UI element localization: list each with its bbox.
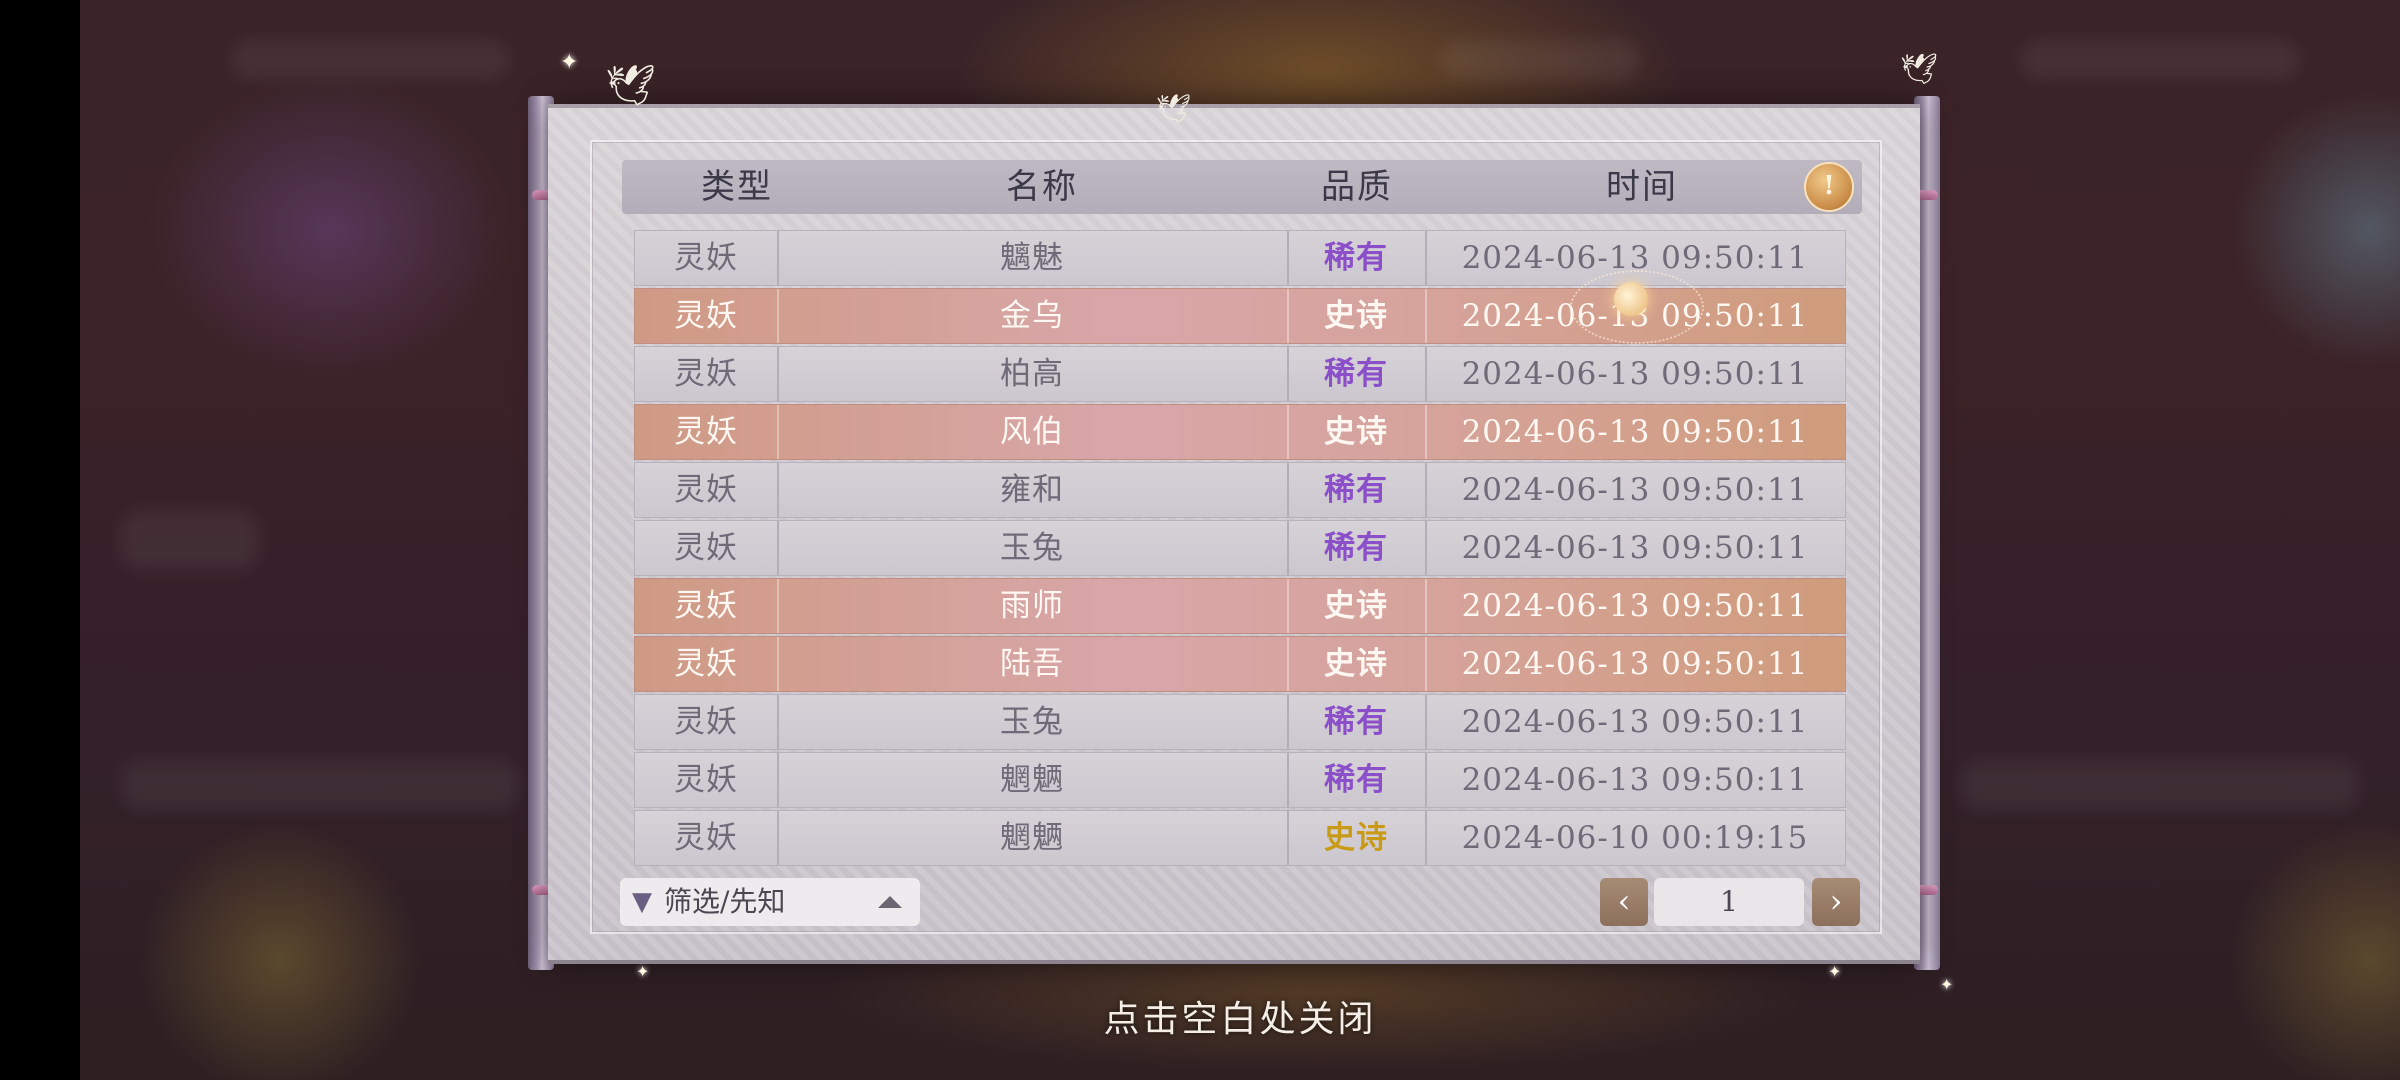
row-quality-cell: 稀有 [1287,753,1427,807]
row-quality-cell: 稀有 [1287,231,1427,285]
row-name-cell: 雨师 [777,579,1289,633]
row-time-cell: 2024-06-13 09:50:11 [1461,762,1809,798]
swallow-decoration-icon: 🕊 [1156,92,1192,125]
row-quality-cell: 史诗 [1287,405,1427,459]
caret-up-icon [878,896,902,908]
row-name-cell: 陆吾 [777,637,1289,691]
row-quality-cell: 史诗 [1287,811,1427,865]
row-type-cell: 灵妖 [635,521,779,575]
chevron-right-icon: › [1829,882,1843,920]
prev-page-button[interactable]: ‹ [1600,878,1648,926]
header-name: 名称 [1006,167,1078,207]
row-type-cell: 灵妖 [635,231,779,285]
row-type-cell: 灵妖 [635,637,779,691]
row-time-cell: 2024-06-10 00:19:15 [1461,820,1809,856]
row-type-cell: 灵妖 [635,811,779,865]
row-type-cell: 灵妖 [635,405,779,459]
table-row: 灵妖 玉兔 稀有 2024-06-13 09:50:11 [634,694,1846,750]
row-name-cell: 雍和 [777,463,1289,517]
table-row: 灵妖 风伯 史诗 2024-06-13 09:50:11 [634,404,1846,460]
sparkle-icon: ✦ [560,50,579,75]
glow-orb-effect [1614,282,1648,316]
table-row: 灵妖 魍魉 史诗 2024-06-10 00:19:15 [634,810,1846,866]
row-time-cell: 2024-06-13 09:50:11 [1461,472,1809,508]
table-row: 灵妖 魍魉 稀有 2024-06-13 09:50:11 [634,752,1846,808]
row-name-cell: 魍魉 [777,811,1289,865]
next-page-button[interactable]: › [1812,878,1860,926]
row-quality-cell: 史诗 [1287,637,1427,691]
info-button[interactable]: ! [1804,162,1854,212]
page-number: 1 [1654,878,1804,926]
row-name-cell: 玉兔 [777,521,1289,575]
row-quality-cell: 稀有 [1287,695,1427,749]
header-type: 类型 [701,167,773,207]
row-type-cell: 灵妖 [635,289,779,343]
row-type-cell: 灵妖 [635,579,779,633]
header-quality: 品质 [1321,167,1393,207]
table-header: 类型 名称 品质 时间 [622,160,1862,214]
letterbox-bar [0,0,80,1080]
filter-label: 筛选/先知 [664,885,786,918]
row-quality-cell: 稀有 [1287,347,1427,401]
table-row: 灵妖 玉兔 稀有 2024-06-13 09:50:11 [634,520,1846,576]
sparkle-icon: ✦ [1828,962,1842,981]
row-time-cell: 2024-06-13 09:50:11 [1461,646,1809,682]
sparkle-icon: ✦ [1940,975,1954,994]
table-row: 灵妖 雍和 稀有 2024-06-13 09:50:11 [634,462,1846,518]
row-name-cell: 金乌 [777,289,1289,343]
chevron-left-icon: ‹ [1617,882,1631,920]
table-row: 灵妖 雨师 史诗 2024-06-13 09:50:11 [634,578,1846,634]
row-name-cell: 魍魉 [777,753,1289,807]
swallow-decoration-icon: 🕊 [605,63,656,109]
info-icon: ! [1823,171,1835,201]
row-quality-cell: 稀有 [1287,521,1427,575]
row-name-cell: 风伯 [777,405,1289,459]
row-time-cell: 2024-06-13 09:50:11 [1461,356,1809,392]
row-name-cell: 柏高 [777,347,1289,401]
close-hint-text: 点击空白处关闭 [1103,999,1377,1040]
row-name-cell: 玉兔 [777,695,1289,749]
row-time-cell: 2024-06-13 09:50:11 [1461,588,1809,624]
table-row: 灵妖 柏高 稀有 2024-06-13 09:50:11 [634,346,1846,402]
filter-icon: ▼ [632,887,652,917]
row-type-cell: 灵妖 [635,463,779,517]
header-time: 时间 [1606,167,1678,207]
sparkle-icon: ✦ [636,962,650,981]
row-type-cell: 灵妖 [635,695,779,749]
table-row: 灵妖 陆吾 史诗 2024-06-13 09:50:11 [634,636,1846,692]
row-time-cell: 2024-06-13 09:50:11 [1461,530,1809,566]
row-quality-cell: 稀有 [1287,463,1427,517]
row-name-cell: 魑魅 [777,231,1289,285]
row-time-cell: 2024-06-13 09:50:11 [1461,704,1809,740]
row-quality-cell: 史诗 [1287,579,1427,633]
row-time-cell: 2024-06-13 09:50:11 [1461,414,1809,450]
row-quality-cell: 史诗 [1287,289,1427,343]
filter-dropdown[interactable]: ▼ 筛选/先知 [620,878,920,926]
row-type-cell: 灵妖 [635,753,779,807]
swallow-decoration-icon: 🕊 [1900,52,1939,87]
row-type-cell: 灵妖 [635,347,779,401]
